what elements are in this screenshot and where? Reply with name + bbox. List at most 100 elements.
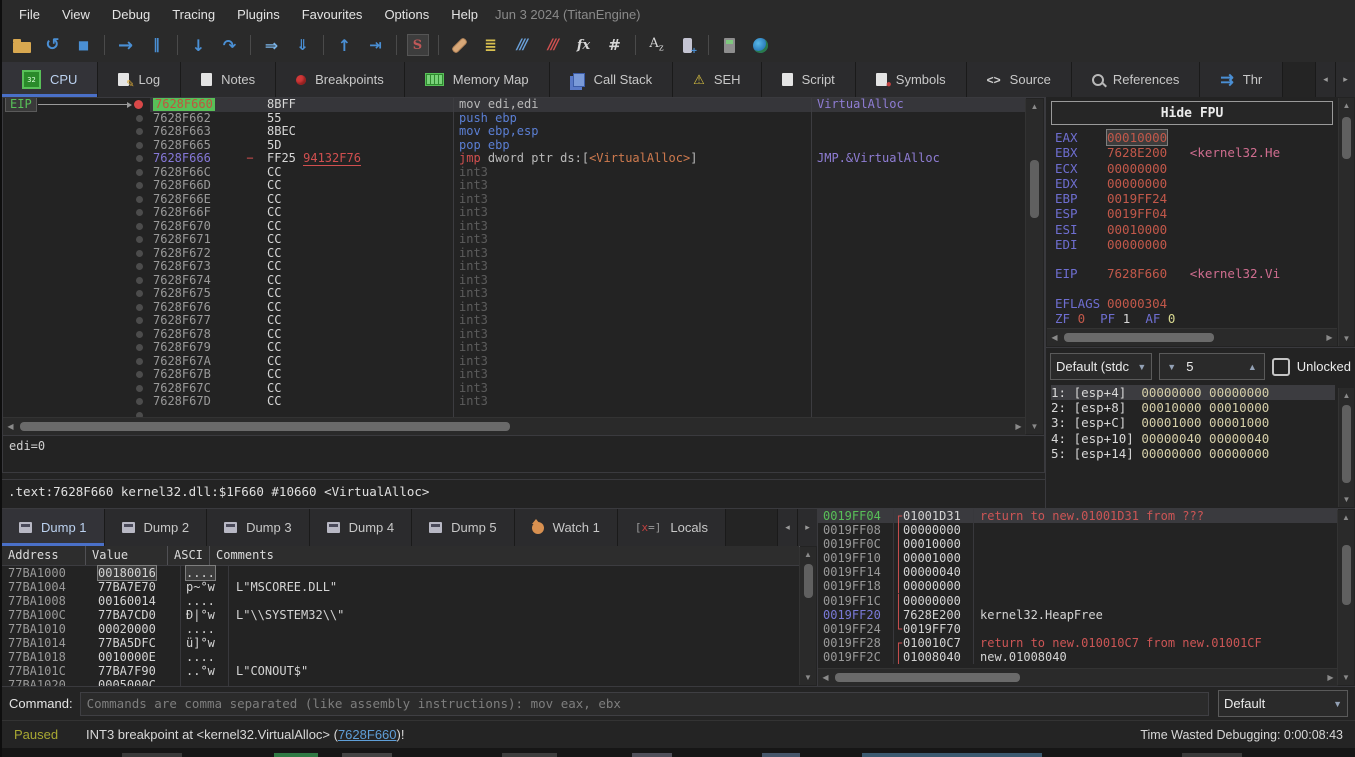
run-to-user-code-button[interactable]: ⇒ (256, 32, 287, 59)
dump-row[interactable]: 77BA100477BA7E70p~°wL"MSCOREE.DLL" (2, 580, 800, 594)
run-until-expression-button[interactable]: ⇥ (360, 32, 391, 59)
gutter-dot-icon[interactable] (136, 358, 143, 365)
gutter-dot-icon[interactable] (136, 331, 143, 338)
stack-row[interactable]: 0019FF14│00000040 (818, 565, 1338, 579)
gutter-dot-icon[interactable] (136, 169, 143, 176)
disasm-row[interactable]: 7628F674 CCint3 (3, 274, 1026, 288)
register-row[interactable]: EDI00000000 (1055, 237, 1355, 252)
scroll-down-icon[interactable]: ▼ (1339, 331, 1354, 346)
stack-row[interactable]: 0019FF08│00000000 (818, 523, 1338, 537)
argument-count-spinner[interactable]: ▼ 5 ▲ (1159, 353, 1265, 380)
dump-row[interactable]: 77BA101477BA5DFCü]°w (2, 636, 800, 650)
dump-row[interactable]: 77BA100800160014.... (2, 594, 800, 608)
dump-row[interactable]: 77BA101C77BA7F90..°wL"CONOUT$" (2, 664, 800, 678)
spinner-increase-icon[interactable]: ▲ (1248, 362, 1257, 372)
tab-scroll-right[interactable]: ▸ (1335, 62, 1355, 97)
scroll-up-icon[interactable]: ▲ (801, 547, 816, 562)
stack-hscroll-thumb[interactable] (835, 673, 1020, 682)
disasm-row[interactable]: 7628F673 CCint3 (3, 260, 1026, 274)
disasm-row[interactable]: 7628F67A CCint3 (3, 355, 1026, 369)
tab-symbols[interactable]: ●Symbols (856, 62, 967, 97)
labels-button[interactable]: # (599, 32, 630, 59)
registers-vertical-scrollbar[interactable]: ▲ ▼ (1338, 98, 1354, 346)
disasm-row[interactable]: 7628F670 CCint3 (3, 220, 1026, 234)
unlocked-checkbox[interactable] (1272, 358, 1290, 376)
trace-into-coverage-button[interactable]: /// (506, 32, 537, 59)
disasm-row[interactable]: 7628F675 CCint3 (3, 287, 1026, 301)
disasm-vertical-scrollbar[interactable]: ▲ ▼ (1025, 99, 1043, 434)
tab-cpu[interactable]: 32CPU (2, 62, 98, 97)
gutter-dot-icon[interactable] (136, 236, 143, 243)
tab-log[interactable]: ✎Log (98, 62, 181, 97)
gutter-dot-icon[interactable] (136, 277, 143, 284)
scroll-down-icon[interactable]: ▼ (801, 670, 816, 685)
menu-item-debug[interactable]: Debug (101, 3, 161, 26)
dump-row[interactable]: 77BA100C77BA7CD0Ð|°wL"\\SYSTEM32\\" (2, 608, 800, 622)
disasm-row[interactable]: 7628F67B CCint3 (3, 368, 1026, 382)
register-row[interactable]: EBP0019FF24 (1055, 191, 1355, 206)
dump-row[interactable]: 77BA10180010000E.... (2, 650, 800, 664)
scroll-up-icon[interactable]: ▲ (1339, 98, 1354, 113)
tab-scroll-left[interactable]: ◂ (1315, 62, 1335, 97)
gutter-dot-icon[interactable] (136, 263, 143, 270)
register-row[interactable]: EIP7628F660 <kernel32.Vi (1055, 266, 1355, 281)
register-row[interactable]: ESP0019FF04 (1055, 206, 1355, 221)
tab-references[interactable]: References (1072, 62, 1200, 97)
disasm-row[interactable]: 7628F671 CCint3 (3, 233, 1026, 247)
command-script-type-dropdown[interactable]: Default ▼ (1218, 690, 1348, 717)
dump-row[interactable]: 77BA100000180016.... (2, 566, 800, 580)
stack-vertical-scrollbar[interactable]: ▲ ▼ (1337, 510, 1354, 685)
tab-dump-3[interactable]: Dump 3 (207, 509, 310, 546)
gutter-dot-icon[interactable] (136, 223, 143, 230)
tab-thr[interactable]: ⇉Thr (1200, 62, 1283, 97)
registers-vscroll-thumb[interactable] (1342, 117, 1351, 159)
disasm-row[interactable]: 7628F677 CCint3 (3, 314, 1026, 328)
disasm-row[interactable]: 7628F663 8BECmov ebp,esp (3, 125, 1026, 139)
tab-breakpoints[interactable]: Breakpoints (276, 62, 405, 97)
stack-row[interactable]: 0019FF28┌010010C7return to new.010010C7 … (818, 636, 1338, 650)
register-row[interactable]: EBX7628E200 <kernel32.He (1055, 145, 1355, 160)
spinner-decrease-icon[interactable]: ▼ (1167, 362, 1176, 372)
disasm-row[interactable]: 7628F66D CCint3 (3, 179, 1026, 193)
register-row[interactable]: EDX00000000 (1055, 176, 1355, 191)
gutter-dot-icon[interactable] (136, 250, 143, 257)
menu-item-view[interactable]: View (51, 3, 101, 26)
menu-item-tracing[interactable]: Tracing (161, 3, 226, 26)
step-over-button[interactable]: ↷ (214, 32, 245, 59)
dump-column-header[interactable]: Address (2, 546, 86, 565)
comments-button[interactable]: ≣ (475, 32, 506, 59)
disasm-vscroll-thumb[interactable] (1030, 160, 1039, 218)
dump-column-header[interactable]: Value (86, 546, 168, 565)
menu-item-favourites[interactable]: Favourites (291, 3, 374, 26)
disasm-row[interactable]: 7628F66C CCint3 (3, 166, 1026, 180)
dump-column-header[interactable]: ASCI (168, 546, 210, 565)
tab-dump-5[interactable]: Dump 5 (412, 509, 515, 546)
register-row[interactable]: ECX00000000 (1055, 161, 1355, 176)
functions-button[interactable]: fx (568, 32, 599, 59)
gutter-dot-icon[interactable] (136, 128, 143, 135)
internet-help-button[interactable] (745, 32, 776, 59)
calling-convention-dropdown[interactable]: Default (stdc ▼ (1050, 353, 1152, 380)
gutter-dot-icon[interactable] (136, 115, 143, 122)
gutter-dot-icon[interactable] (136, 182, 143, 189)
stack-horizontal-scrollbar[interactable]: ◀ ▶ (818, 668, 1338, 686)
gutter-dot-icon[interactable] (136, 209, 143, 216)
stack-row[interactable]: 0019FF2C│01008040new.01008040 (818, 650, 1338, 664)
tab-watch-1[interactable]: Watch 1 (515, 509, 618, 546)
scroll-left-icon[interactable]: ◀ (3, 419, 18, 434)
disasm-row[interactable]: 7628F66F CCint3 (3, 206, 1026, 220)
gutter-dot-icon[interactable] (136, 142, 143, 149)
dump-tab-scroll-left[interactable]: ◂ (777, 509, 797, 546)
patches-button[interactable] (444, 32, 475, 59)
register-row[interactable]: EAX00010000 (1055, 130, 1355, 145)
disasm-row[interactable]: 7628F66E CCint3 (3, 193, 1026, 207)
skip-instruction-button[interactable]: S (402, 32, 433, 59)
scroll-right-icon[interactable]: ▶ (1323, 670, 1338, 685)
tab-script[interactable]: Script (762, 62, 856, 97)
tab-dump-1[interactable]: Dump 1 (2, 509, 105, 546)
disasm-row[interactable]: 7628F67C CCint3 (3, 382, 1026, 396)
menu-item-help[interactable]: Help (440, 3, 489, 26)
scroll-right-icon[interactable]: ▶ (1011, 419, 1026, 434)
tab-locals[interactable]: [x=]Locals (618, 509, 726, 546)
disasm-row[interactable]: 7628F672 CCint3 (3, 247, 1026, 261)
